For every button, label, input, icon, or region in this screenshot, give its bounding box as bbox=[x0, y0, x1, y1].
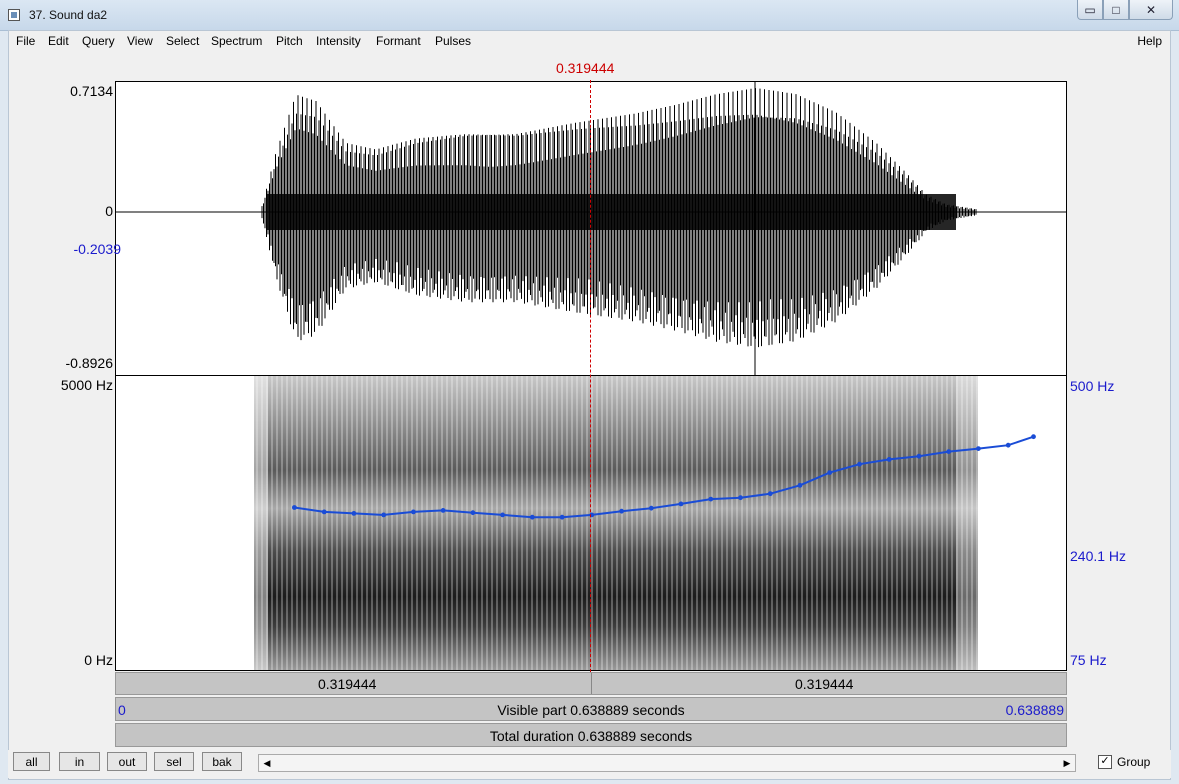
title-bar: 37. Sound da2 ▭ □ ✕ bbox=[0, 0, 1179, 31]
zoom-sel-button[interactable]: sel bbox=[154, 752, 194, 771]
pitch-point bbox=[916, 453, 922, 459]
pitch-bottom-label: 75 Hz bbox=[1070, 652, 1107, 668]
selection-left-label: 0.319444 bbox=[318, 676, 377, 692]
menu-query[interactable]: Query bbox=[82, 34, 115, 48]
pitch-point bbox=[976, 446, 981, 451]
pitch-point bbox=[648, 505, 654, 511]
pitch-point bbox=[738, 495, 743, 501]
window-title: 37. Sound da2 bbox=[29, 8, 108, 22]
menu-pulses[interactable]: Pulses bbox=[435, 34, 471, 48]
spectrogram-texture bbox=[254, 376, 978, 670]
pitch-point bbox=[619, 508, 624, 514]
selection-bar[interactable]: 0.319444 0.319444 bbox=[115, 672, 1067, 695]
freq-bottom-label: 0 Hz bbox=[84, 652, 113, 668]
menu-select[interactable]: Select bbox=[166, 34, 199, 48]
wave-zero-label: 0 bbox=[105, 203, 113, 219]
pitch-point bbox=[797, 482, 803, 488]
pitch-point bbox=[559, 514, 565, 520]
pitch-point bbox=[827, 470, 833, 475]
close-button[interactable]: ✕ bbox=[1129, 0, 1173, 20]
wave-min-label: -0.8926 bbox=[65, 355, 113, 371]
visible-part-bar[interactable]: 0 Visible part 0.638889 seconds 0.638889 bbox=[115, 697, 1067, 721]
pitch-cursor-label: 240.1 Hz bbox=[1070, 548, 1127, 564]
pitch-point bbox=[529, 514, 535, 520]
group-toggle[interactable]: ✓ Group bbox=[1098, 755, 1150, 769]
wave-cursor-value-label: -0.2039 bbox=[73, 241, 121, 257]
menu-intensity[interactable]: Intensity bbox=[316, 34, 361, 48]
pitch-point bbox=[411, 509, 416, 515]
cursor-line bbox=[590, 80, 591, 692]
menu-bar: File Edit Query View Select Spectrum Pit… bbox=[9, 31, 1170, 53]
pitch-point bbox=[678, 501, 684, 507]
selection-right-label: 0.319444 bbox=[795, 676, 854, 692]
pitch-point bbox=[767, 491, 773, 497]
spectrogram-panel[interactable] bbox=[115, 376, 1067, 671]
waveform-core bbox=[266, 194, 956, 230]
menu-pitch[interactable]: Pitch bbox=[276, 34, 303, 48]
pitch-point bbox=[886, 457, 892, 462]
spectrogram-offset bbox=[956, 376, 978, 670]
menu-spectrum[interactable]: Spectrum bbox=[211, 34, 262, 48]
pitch-point bbox=[381, 512, 387, 518]
app-icon[interactable] bbox=[8, 9, 20, 21]
visible-part-label: Visible part 0.638889 seconds bbox=[497, 702, 685, 718]
freq-top-label: 5000 Hz bbox=[60, 377, 113, 393]
pitch-point bbox=[321, 509, 327, 515]
menu-file[interactable]: File bbox=[16, 34, 35, 48]
group-checkbox[interactable]: ✓ bbox=[1098, 755, 1112, 769]
pitch-point bbox=[1005, 442, 1011, 448]
pitch-point bbox=[857, 461, 862, 467]
menu-edit[interactable]: Edit bbox=[48, 34, 69, 48]
waveform-svg bbox=[116, 82, 1066, 375]
pitch-point bbox=[351, 511, 357, 516]
total-duration-bar[interactable]: Total duration 0.638889 seconds bbox=[115, 723, 1067, 747]
zoom-back-button[interactable]: bak bbox=[202, 752, 242, 771]
pitch-point bbox=[500, 512, 505, 518]
selection-separator bbox=[591, 673, 592, 694]
zoom-out-button[interactable]: out bbox=[107, 752, 147, 771]
total-duration-label: Total duration 0.638889 seconds bbox=[489, 728, 693, 744]
cursor-time-label: 0.319444 bbox=[556, 60, 615, 76]
waveform-panel[interactable] bbox=[115, 81, 1067, 376]
spectrogram-onset bbox=[254, 376, 268, 670]
menu-formant[interactable]: Formant bbox=[376, 34, 421, 48]
wave-max-label: 0.7134 bbox=[70, 83, 113, 99]
pitch-point bbox=[292, 505, 297, 510]
scroll-right-icon[interactable]: ▶ bbox=[1060, 756, 1074, 770]
menu-view[interactable]: View bbox=[127, 34, 153, 48]
pitch-top-label: 500 Hz bbox=[1070, 378, 1115, 394]
pitch-point bbox=[946, 449, 952, 454]
pitch-point bbox=[1031, 434, 1036, 440]
pitch-point bbox=[440, 508, 446, 513]
visible-end-label: 0.638889 bbox=[1005, 702, 1064, 718]
spectrogram-svg bbox=[254, 376, 1036, 670]
maximize-button[interactable]: □ bbox=[1103, 0, 1129, 20]
minimize-button[interactable]: ▭ bbox=[1077, 0, 1103, 20]
zoom-in-button[interactable]: in bbox=[59, 752, 100, 771]
horizontal-scrollbar[interactable]: ◀ ▶ bbox=[258, 754, 1076, 772]
pitch-point bbox=[470, 510, 476, 516]
pitch-point bbox=[708, 496, 714, 502]
scroll-left-icon[interactable]: ◀ bbox=[260, 756, 274, 770]
group-label: Group bbox=[1117, 755, 1151, 769]
bottom-bar: all in out sel bak ◀ ▶ ✓ Group bbox=[8, 750, 1171, 778]
menu-help[interactable]: Help bbox=[1137, 34, 1162, 48]
zoom-all-button[interactable]: all bbox=[13, 752, 50, 771]
